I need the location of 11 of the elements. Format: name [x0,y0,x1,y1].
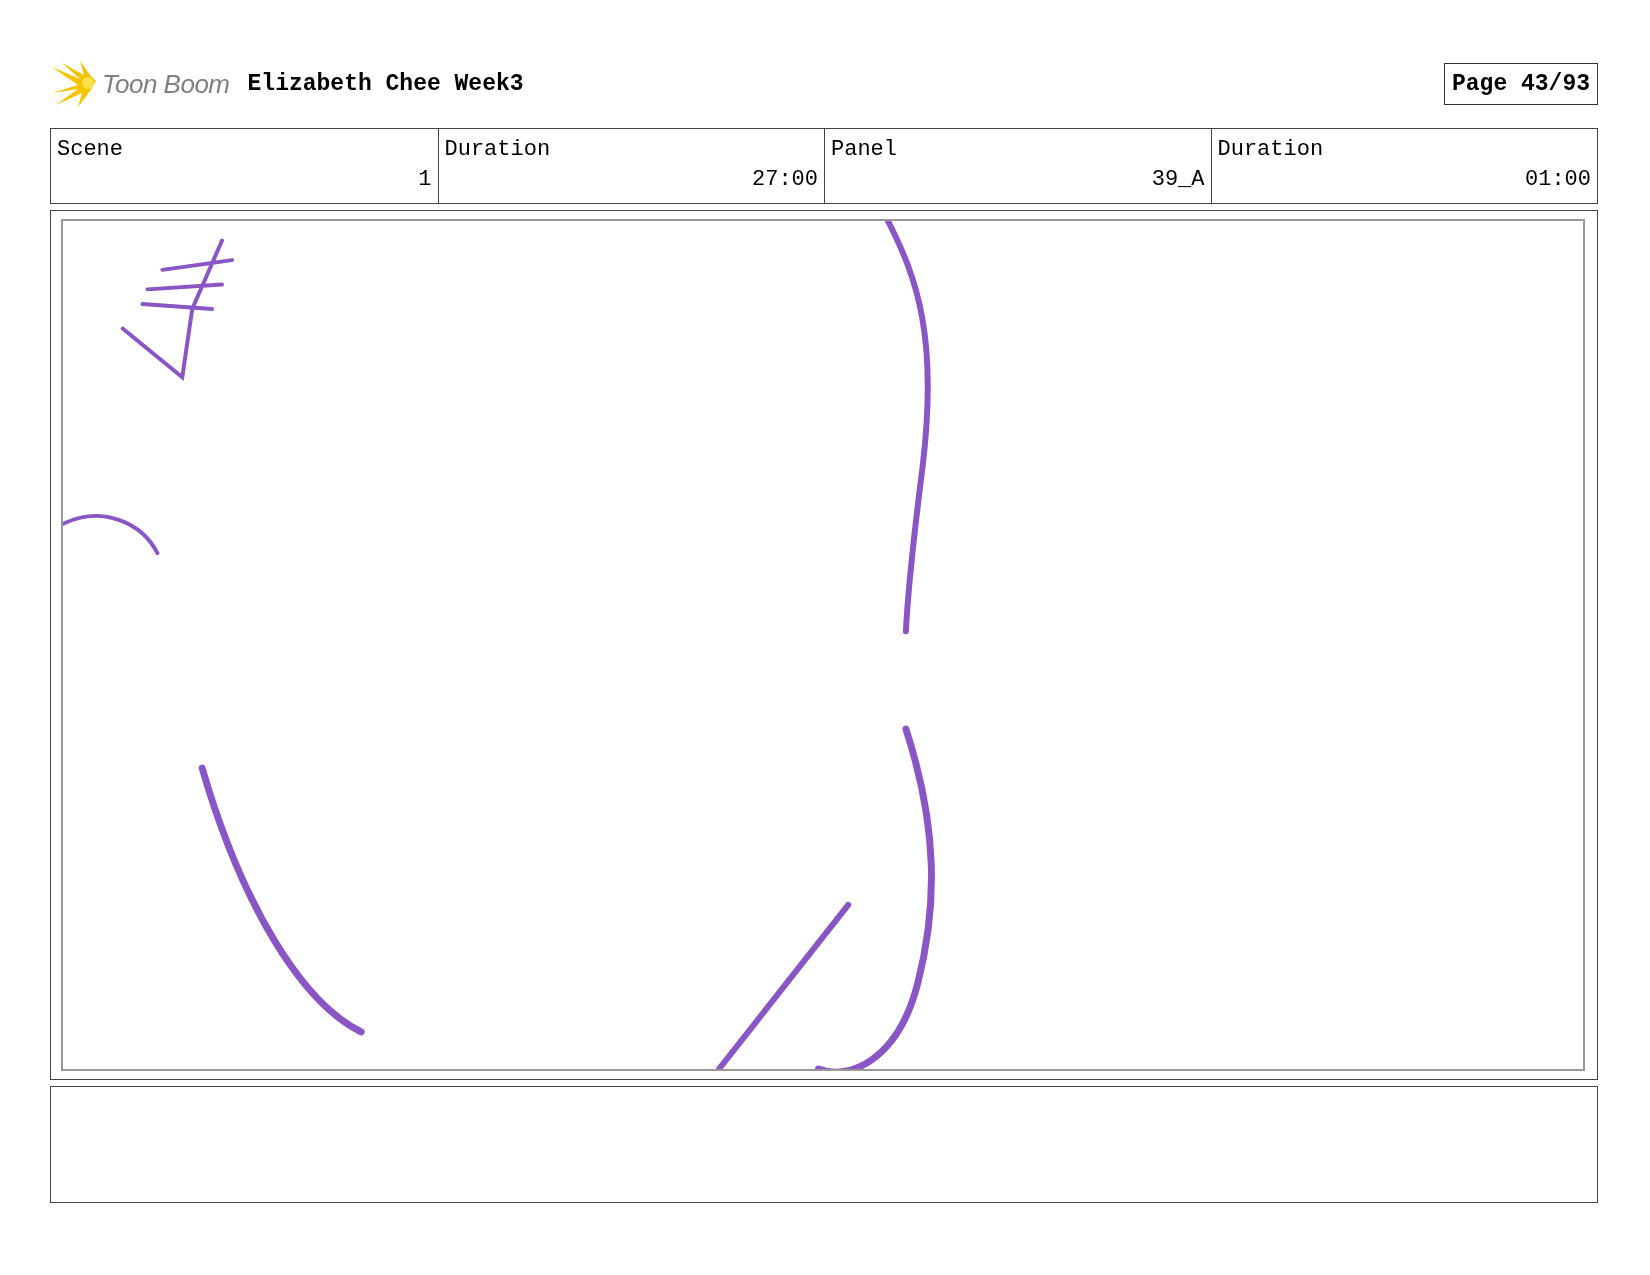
table-cell-text: 01:00 [1525,166,1591,194]
column-header: Duration [1217,136,1324,164]
page-number: Page 43/93 [1443,63,1598,105]
table-cell-text: 1 [418,166,432,194]
logo-text: Toon Boom [102,68,230,100]
column-header: Duration [444,136,551,164]
table-cell-text: 39_A [1151,166,1205,194]
storyboard-title: Elizabeth Chee Week3 [247,71,524,97]
column-header: Panel [831,136,897,164]
column-header: Scene [57,136,123,164]
table-cell-text: 27:00 [752,166,818,194]
